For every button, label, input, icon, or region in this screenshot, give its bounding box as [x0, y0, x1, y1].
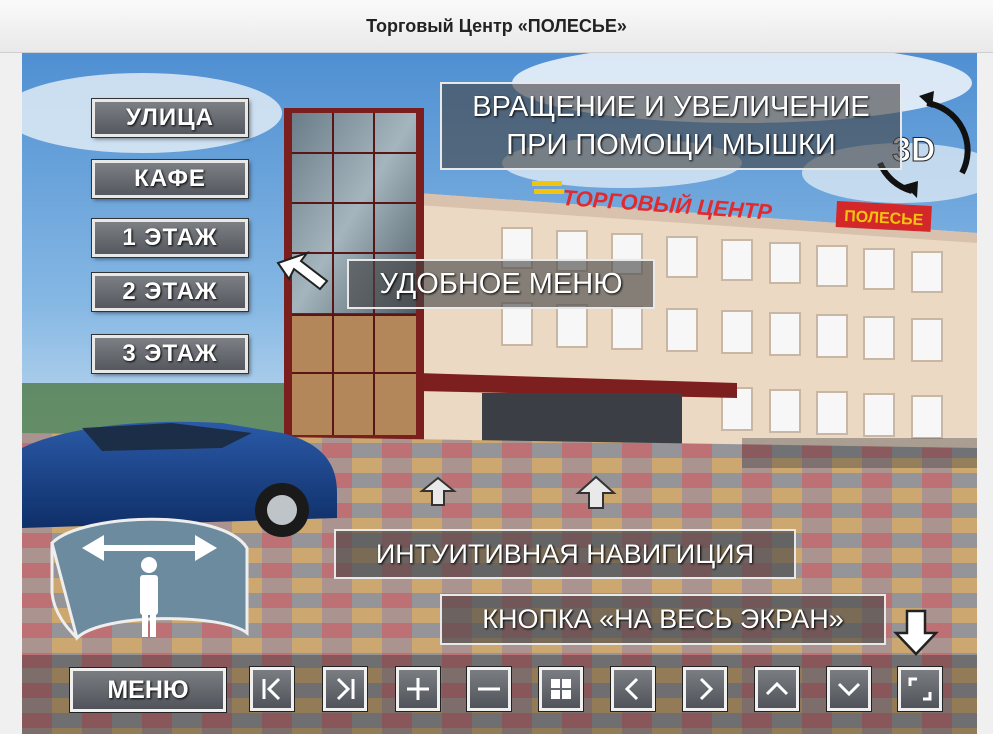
- last-scene-button[interactable]: [323, 667, 367, 711]
- panorama-viewer[interactable]: ТОРГОВЫЙ ЦЕНТР ПОЛЕСЬЕ 3D УЛИЦА КАФЕ 1 Э…: [22, 53, 977, 734]
- pan-up-button[interactable]: [755, 667, 799, 711]
- pan-right-button[interactable]: [683, 667, 727, 711]
- chevron-up-icon: [765, 681, 789, 696]
- minus-icon: [478, 687, 500, 691]
- menu-item-floor-1[interactable]: 1 ЭТАЖ: [92, 219, 248, 257]
- panorama-360-icon: [50, 517, 249, 641]
- zoom-in-button[interactable]: [396, 667, 440, 711]
- thumbnails-button[interactable]: [539, 667, 583, 711]
- zoom-out-button[interactable]: [467, 667, 511, 711]
- chevron-down-icon: [837, 682, 861, 697]
- toolbar-menu-button[interactable]: МЕНЮ: [70, 668, 226, 712]
- callout-navigation: ИНТУИТИВНАЯ НАВИГИЦИЯ: [334, 529, 796, 579]
- pan-left-button[interactable]: [611, 667, 655, 711]
- pan-down-button[interactable]: [827, 667, 871, 711]
- first-icon: [262, 677, 281, 701]
- fullscreen-icon: [908, 677, 932, 701]
- grid-icon: [551, 679, 571, 699]
- first-scene-button[interactable]: [250, 667, 294, 711]
- window-title: Торговый Центр «ПОЛЕСЬЕ»: [366, 15, 627, 36]
- chevron-right-icon: [699, 677, 714, 701]
- callout-menu: УДОБНОЕ МЕНЮ: [347, 259, 655, 309]
- menu-item-floor-2[interactable]: 2 ЭТАЖ: [92, 273, 248, 311]
- callout-fullscreen: КНОПКА «НА ВЕСЬ ЭКРАН»: [440, 594, 886, 645]
- last-icon: [336, 677, 355, 701]
- window-title-bar: Торговый Центр «ПОЛЕСЬЕ»: [0, 0, 993, 53]
- chevron-left-icon: [624, 677, 639, 701]
- plus-icon: [407, 678, 429, 700]
- fullscreen-button[interactable]: [898, 667, 942, 711]
- menu-item-street[interactable]: УЛИЦА: [92, 99, 248, 137]
- callout-rotate-zoom: ВРАЩЕНИЕ И УВЕЛИЧЕНИЕ ПРИ ПОМОЩИ МЫШКИ: [440, 82, 902, 170]
- menu-item-floor-3[interactable]: 3 ЭТАЖ: [92, 335, 248, 373]
- menu-item-cafe[interactable]: КАФЕ: [92, 160, 248, 198]
